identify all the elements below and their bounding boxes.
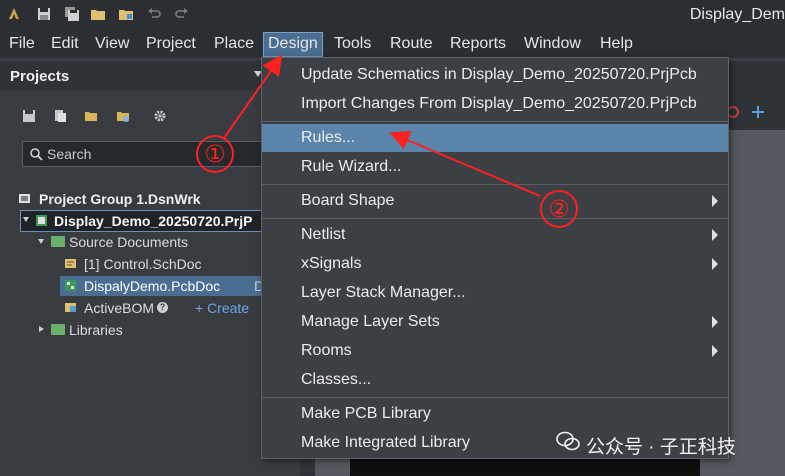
app-title: Display_Dem xyxy=(689,6,785,23)
open-folder-icon[interactable] xyxy=(90,6,106,22)
menu-view[interactable]: View xyxy=(95,35,129,53)
folder-icon xyxy=(51,236,65,247)
design-menu-dropdown: Update Schematics in Display_Demo_202507… xyxy=(261,57,729,459)
menu-item-netlist[interactable]: Netlist xyxy=(262,221,728,249)
menu-item-label: Import Changes From Display_Demo_2025072… xyxy=(301,95,697,112)
compile-icon[interactable] xyxy=(53,109,67,123)
menu-separator xyxy=(262,121,728,122)
menu-item-update-schematics[interactable]: Update Schematics in Display_Demo_202507… xyxy=(262,61,728,89)
tree-label: ActiveBOM xyxy=(84,300,155,316)
menu-item-manage-layer-sets[interactable]: Manage Layer Sets xyxy=(262,308,728,336)
expand-chevron-right-icon[interactable] xyxy=(39,326,44,332)
tree-item-activebom[interactable]: ActiveBOM ? + Create xyxy=(64,298,284,318)
menu-design[interactable]: Design xyxy=(263,32,323,57)
menu-item-board-shape[interactable]: Board Shape xyxy=(262,187,728,215)
create-link[interactable]: + Create xyxy=(195,300,249,316)
save-icon[interactable] xyxy=(36,6,52,22)
projects-panel-header: Projects xyxy=(0,61,300,91)
gear-icon[interactable] xyxy=(153,109,167,123)
menu-item-label: Rooms xyxy=(301,342,352,359)
search-input[interactable]: Search xyxy=(22,141,274,167)
tree-label: [1] Control.SchDoc xyxy=(84,256,202,272)
submenu-arrow-icon xyxy=(712,258,718,270)
search-placeholder: Search xyxy=(47,146,92,162)
menu-item-label: Manage Layer Sets xyxy=(301,313,440,330)
wechat-icon xyxy=(556,431,580,451)
pcb-project-icon xyxy=(36,215,47,226)
menu-window[interactable]: Window xyxy=(524,35,581,53)
open-project-icon[interactable] xyxy=(118,6,134,22)
menu-item-make-pcb-library[interactable]: Make PCB Library xyxy=(262,400,728,428)
workspace-icon xyxy=(19,194,30,203)
menu-separator xyxy=(262,184,728,185)
save-all-icon[interactable] xyxy=(64,6,80,22)
step-1-badge: ① xyxy=(196,135,234,173)
menu-item-rooms[interactable]: Rooms xyxy=(262,337,728,365)
app-logo-icon[interactable] xyxy=(6,6,22,22)
menu-separator xyxy=(262,397,728,398)
search-icon xyxy=(30,148,43,161)
menu-item-label: Board Shape xyxy=(301,192,395,209)
menu-item-label: Rules... xyxy=(301,129,356,146)
menu-item-xsignals[interactable]: xSignals xyxy=(262,250,728,278)
menu-item-label: Classes... xyxy=(301,371,372,388)
tree-item-pcbdoc[interactable]: DispalyDemo.PcbDoc D xyxy=(60,276,272,296)
menu-edit[interactable]: Edit xyxy=(51,35,79,53)
menu-reports[interactable]: Reports xyxy=(450,35,506,53)
expand-chevron-down-icon[interactable] xyxy=(38,239,44,244)
menu-item-label: Rule Wizard... xyxy=(301,158,402,175)
undo-icon[interactable] xyxy=(146,6,162,22)
menu-help[interactable]: Help xyxy=(600,35,633,53)
menu-bar: File Edit View Project Place Design Tool… xyxy=(0,30,785,58)
tree-item-project[interactable]: Display_Demo_20250720.PrjP xyxy=(20,210,262,232)
menu-place[interactable]: Place xyxy=(214,35,254,53)
redo-icon[interactable] xyxy=(174,6,190,22)
menu-item-label: Make Integrated Library xyxy=(301,434,470,451)
menu-item-rules[interactable]: Rules... xyxy=(262,124,728,152)
submenu-arrow-icon xyxy=(712,229,718,241)
tree-label: DispalyDemo.PcbDoc xyxy=(84,278,221,294)
menu-file[interactable]: File xyxy=(9,35,35,53)
menu-item-layer-stack-manager[interactable]: Layer Stack Manager... xyxy=(262,279,728,307)
tree-label: Source Documents xyxy=(69,234,189,250)
tree-item-schdoc[interactable]: [1] Control.SchDoc xyxy=(64,254,284,274)
save-icon[interactable] xyxy=(22,109,36,123)
project-folder-icon[interactable] xyxy=(84,109,98,123)
bom-doc-icon xyxy=(65,303,76,312)
menu-item-rule-wizard[interactable]: Rule Wizard... xyxy=(262,153,728,181)
menu-route[interactable]: Route xyxy=(390,35,433,53)
tree-item-libraries[interactable]: Libraries xyxy=(36,320,276,340)
tree-label: Project Group 1.DsnWrk xyxy=(39,191,201,207)
expand-chevron-down-icon[interactable] xyxy=(23,217,29,222)
tree-label: Display_Demo_20250720.PrjP xyxy=(54,213,253,229)
submenu-arrow-icon xyxy=(712,345,718,357)
menu-separator xyxy=(262,218,728,219)
menu-item-import-changes[interactable]: Import Changes From Display_Demo_2025072… xyxy=(262,90,728,118)
step-2-badge: ② xyxy=(540,190,578,228)
menu-item-label: Make PCB Library xyxy=(301,405,431,422)
add-icon[interactable] xyxy=(750,104,766,120)
help-icon[interactable]: ? xyxy=(157,302,168,313)
tree-label: Libraries xyxy=(69,322,123,338)
menu-item-classes[interactable]: Classes... xyxy=(262,366,728,394)
submenu-arrow-icon xyxy=(712,316,718,328)
tree-item-source-documents[interactable]: Source Documents xyxy=(36,232,276,252)
title-bar: Display_Dem xyxy=(0,0,785,30)
menu-item-label: xSignals xyxy=(301,255,362,272)
tree-item-project-group[interactable]: Project Group 1.DsnWrk xyxy=(18,189,288,209)
menu-project[interactable]: Project xyxy=(146,35,196,53)
menu-item-label: Netlist xyxy=(301,226,346,243)
menu-item-label: Layer Stack Manager... xyxy=(301,284,466,301)
watermark-text: 公众号 · 子正科技 xyxy=(586,437,736,458)
folder-icon xyxy=(51,324,65,335)
projects-panel: Projects Search Project Group 1.DsnWrk D… xyxy=(0,61,300,476)
pcb-doc-icon xyxy=(65,280,76,291)
schematic-doc-icon xyxy=(65,259,76,268)
projects-panel-title: Projects xyxy=(10,68,70,85)
project-options-icon[interactable] xyxy=(116,109,130,123)
projects-toolbar xyxy=(0,101,300,131)
menu-tools[interactable]: Tools xyxy=(334,35,371,53)
submenu-arrow-icon xyxy=(712,195,718,207)
menu-item-label: Update Schematics in Display_Demo_202507… xyxy=(301,66,697,83)
